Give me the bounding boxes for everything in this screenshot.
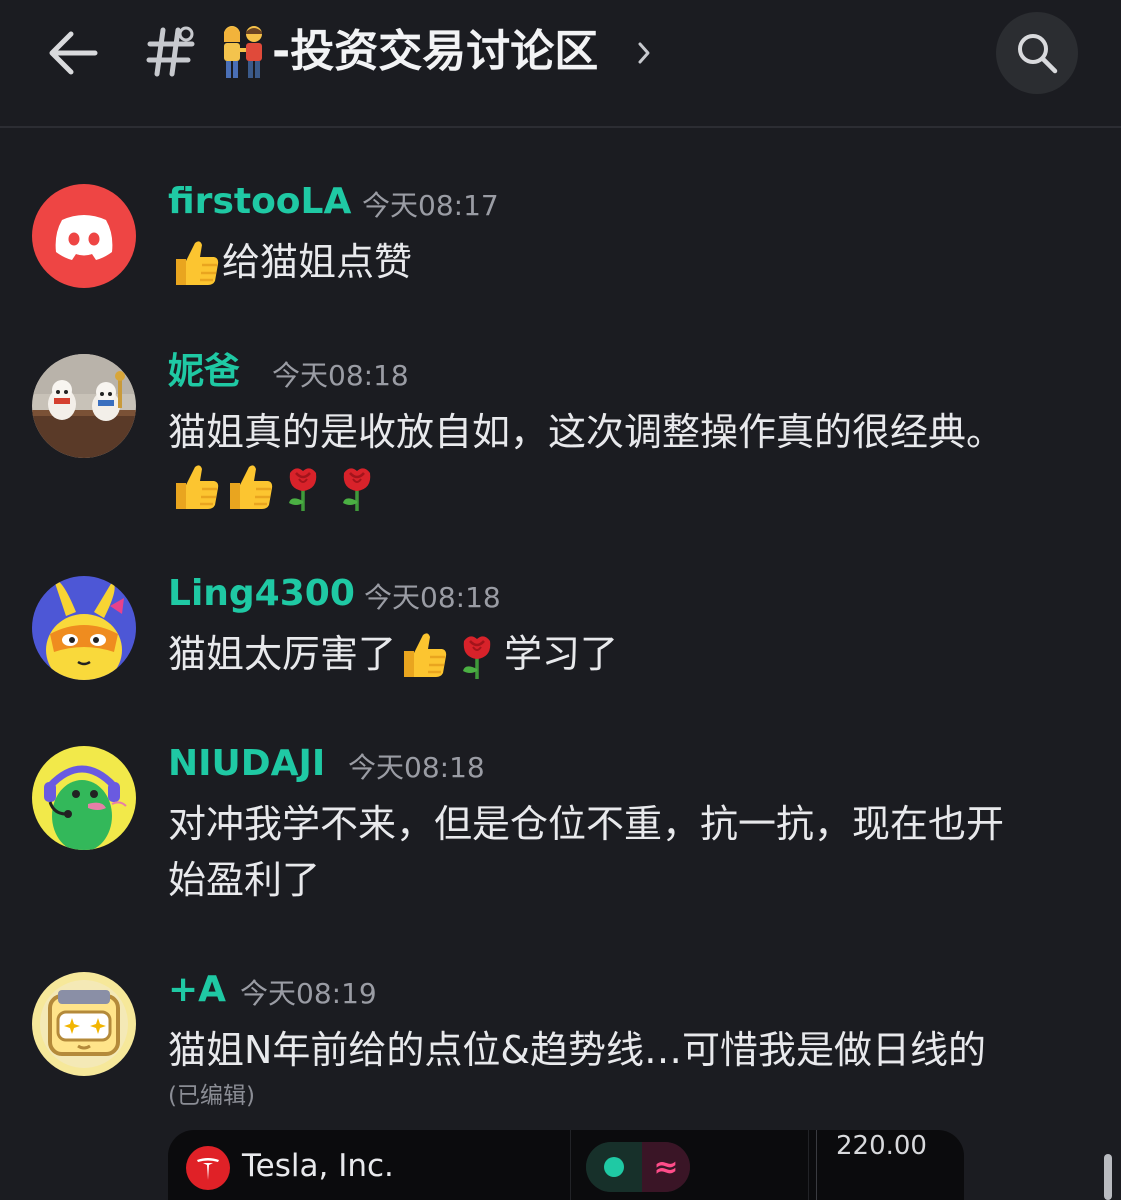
edited-indicator: (已编辑) (168, 1083, 255, 1109)
green-dot-icon (586, 1142, 642, 1192)
chevron-right-icon[interactable] (636, 38, 652, 68)
avatar[interactable] (32, 184, 136, 288)
message-text: 猫姐真的是收放自如，这次调整操作真的很经典。 (168, 410, 1005, 454)
message-emoji-row (168, 458, 384, 514)
tesla-logo-icon (186, 1146, 230, 1190)
lucky-cat-figurines-photo (32, 354, 136, 458)
message-text-content: 学习了 (504, 632, 619, 676)
thumbs-up-emoji (176, 241, 219, 285)
timestamp: 今天08:17 (362, 189, 499, 222)
channel-header: -投资交易讨论区 (0, 0, 1121, 128)
message-text: 始盈利了 (168, 858, 321, 902)
avatar[interactable] (32, 746, 136, 850)
thumbs-up-emoji (404, 633, 447, 677)
avatar[interactable] (32, 576, 136, 680)
message-text: 猫姐太厉害了 学习了 (168, 626, 618, 682)
green-character-headset-avatar (32, 746, 136, 850)
discord-logo-icon (32, 184, 136, 288)
avatar[interactable] (32, 354, 136, 458)
robot-character-avatar (32, 972, 136, 1076)
chart-price-axis-divider (816, 1130, 817, 1200)
timestamp: 今天08:18 (348, 751, 485, 784)
rose-emoji (289, 468, 317, 511)
price-axis-label: 220.00 (836, 1131, 927, 1161)
back-button[interactable] (40, 22, 106, 84)
text-channel-hash-icon (146, 26, 195, 77)
couple-holding-hands-emoji (224, 26, 262, 78)
username[interactable]: Ling4300 (168, 572, 355, 616)
search-button[interactable] (996, 12, 1078, 94)
username[interactable]: +A (168, 968, 226, 1012)
rose-emoji (463, 636, 491, 679)
channel-name[interactable]: -投资交易讨论区 (272, 20, 598, 84)
bunny-mask-avatar (32, 576, 136, 680)
thumbs-up-emoji (230, 465, 273, 509)
search-icon (1018, 34, 1058, 74)
timestamp: 今天08:18 (364, 581, 501, 614)
approximately-equal-icon: ≈ (642, 1142, 690, 1192)
arrow-left-icon (49, 31, 98, 75)
username[interactable]: firstooLA (168, 180, 351, 224)
company-name: Tesla, Inc. (242, 1148, 394, 1184)
message-text-content: 猫姐太厉害了 (168, 632, 397, 676)
message-text: 猫姐N年前给的点位&趋势线…可惜我是做日线的 (168, 1028, 987, 1072)
username[interactable]: 妮爸 (168, 350, 240, 394)
chart-gridline (808, 1130, 809, 1200)
ticker-status-pill: ≈ (586, 1142, 690, 1192)
timestamp: 今天08:18 (272, 359, 409, 392)
avatar[interactable] (32, 972, 136, 1076)
message-text-content: 给猫姐点赞 (222, 240, 413, 284)
message-text: 对冲我学不来，但是仓位不重，抗一抗，现在也开 (168, 802, 1005, 846)
scrollbar[interactable] (1104, 1154, 1112, 1200)
chart-gridline (570, 1130, 571, 1200)
thumbs-up-emoji (176, 465, 219, 509)
username[interactable]: NIUDAJI (168, 742, 325, 786)
rose-emoji (343, 468, 371, 511)
message-text: 给猫姐点赞 (168, 234, 412, 290)
timestamp: 今天08:19 (240, 977, 377, 1010)
